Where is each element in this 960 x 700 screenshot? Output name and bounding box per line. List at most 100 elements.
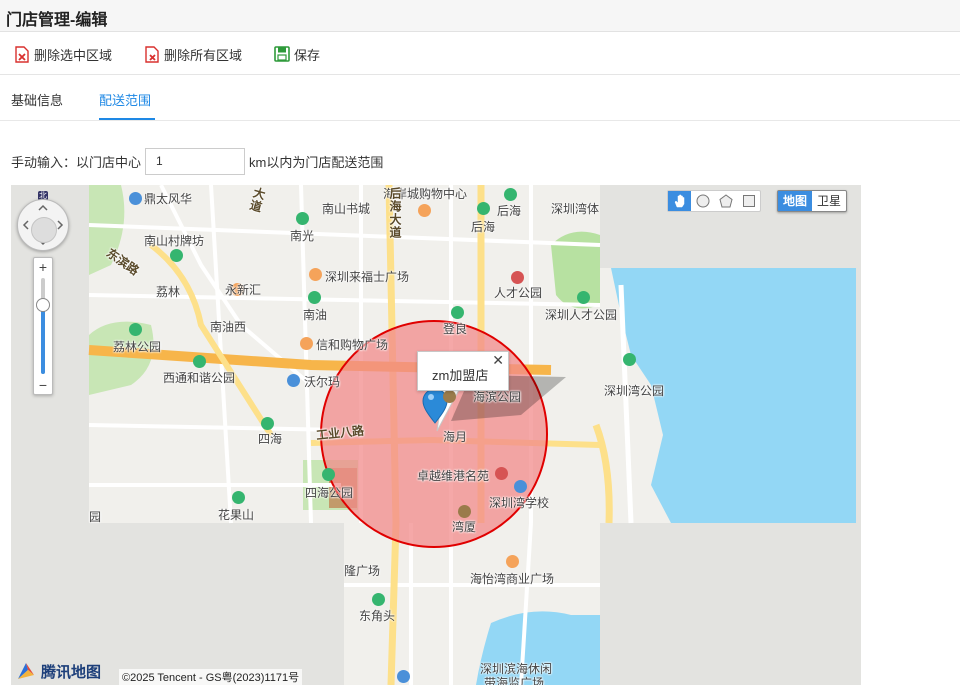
poi-icon	[397, 670, 410, 683]
map-label: 南光	[290, 229, 315, 243]
save-icon	[274, 46, 290, 62]
circle-icon	[696, 194, 709, 208]
metro-icon	[504, 188, 517, 201]
map-label: 南山村牌坊	[144, 234, 205, 248]
poi-icon	[170, 249, 183, 262]
map-label: 湾厦	[452, 520, 477, 534]
map-label: 后海大道	[388, 187, 402, 239]
map-label: 荔林公园	[113, 340, 162, 354]
park-icon	[129, 323, 142, 336]
poi-icon	[418, 204, 431, 217]
delivery-map[interactable]: 鼎太风华 南山书城 海岸城购物中心 后海 深圳湾体 南光 后海 南山村牌坊 东滨…	[11, 185, 861, 685]
delete-selected-label: 删除选中区域	[34, 47, 113, 63]
map-label: 深圳湾体	[551, 202, 600, 216]
map-label: 信和购物广场	[316, 338, 389, 352]
park-icon	[322, 468, 335, 481]
poi-icon	[495, 467, 508, 480]
map-tiles	[88, 185, 856, 685]
delete-all-areas-button[interactable]: 删除所有区域	[144, 44, 242, 64]
map-label: 海月	[443, 430, 468, 444]
map-label: 鼎太风华	[144, 192, 193, 206]
delete-selected-area-button[interactable]: 删除选中区域	[14, 44, 112, 64]
poi-icon	[443, 390, 456, 403]
map-label: 永新汇	[225, 283, 262, 297]
park-icon	[193, 355, 206, 368]
map-type-switch: 地图 卫星	[777, 190, 848, 212]
radius-km-input[interactable]	[145, 147, 246, 175]
poi-icon	[129, 192, 142, 205]
drawing-toolbar	[667, 190, 761, 212]
metro-icon	[308, 291, 321, 304]
hand-icon	[674, 194, 684, 208]
map-type-satellite-button[interactable]: 卫星	[812, 191, 846, 211]
map-label: 后海	[471, 220, 496, 234]
map-label: 后海	[497, 204, 522, 218]
map-label: 卓越维港名苑	[417, 469, 490, 483]
park-icon	[623, 353, 636, 366]
polygon-tool-button[interactable]	[714, 191, 737, 211]
circle-tool-button[interactable]	[691, 191, 714, 211]
hand-tool-button[interactable]	[668, 191, 691, 211]
poi-icon	[458, 505, 471, 518]
map-label: 园	[89, 510, 102, 524]
map-copyright: ©2025 Tencent - GS粤(2023)1171号	[119, 669, 303, 685]
poi-icon	[309, 268, 322, 281]
map-label: 隆广场	[344, 564, 381, 578]
active-tab-indicator	[99, 118, 155, 120]
store-info-window[interactable]: zm加盟店 ✕	[417, 351, 509, 391]
park-icon	[577, 291, 590, 304]
page-title: 门店管理-编辑	[6, 12, 108, 29]
map-label: 花果山	[218, 508, 255, 522]
map-label: 深圳来福士广场	[325, 270, 410, 284]
poi-icon	[511, 271, 524, 284]
close-icon[interactable]: ✕	[492, 352, 504, 369]
manual-radius-prefix: 手动输入：以门店中心	[11, 154, 142, 170]
zoom-out-button[interactable]: −	[34, 377, 52, 393]
school-icon	[514, 480, 527, 493]
pan-control[interactable]: 北	[17, 191, 69, 251]
delete-all-label: 删除所有区域	[164, 47, 243, 63]
map-label: 南油	[303, 308, 328, 322]
metro-icon	[372, 593, 385, 606]
tencent-map-logo-icon	[18, 663, 34, 679]
rectangle-tool-button[interactable]	[737, 191, 760, 211]
metro-icon	[261, 417, 274, 430]
save-button[interactable]: 保存	[274, 44, 320, 64]
map-label: 南油西	[210, 320, 247, 334]
tab-delivery-range[interactable]: 配送范围	[99, 90, 151, 109]
tencent-map-logo: 腾讯地图	[15, 661, 101, 681]
zoom-control[interactable]: + −	[33, 257, 53, 395]
map-label: 南山书城	[322, 202, 371, 216]
pan-disc[interactable]	[17, 199, 69, 251]
map-label: 深圳湾公园	[604, 384, 665, 398]
map-label: 沃尔玛	[304, 375, 341, 389]
zoom-slider-handle[interactable]	[36, 297, 50, 312]
store-name: zm加盟店	[432, 368, 489, 383]
metro-icon	[451, 306, 464, 319]
map-label: 东角头	[359, 609, 396, 623]
toolbar: 删除选中区域 删除所有区域 保存	[0, 32, 960, 75]
delete-file-icon	[145, 45, 159, 63]
manual-radius-row: 手动输入：以门店中心 km以内为门店配送范围	[11, 147, 383, 175]
map-label: 登良	[443, 322, 468, 336]
map-label: 带海监广场	[484, 676, 545, 685]
pan-center	[31, 217, 57, 243]
map-label: 人才公园	[494, 286, 543, 300]
map-label: 四海公园	[305, 486, 354, 500]
zoom-in-button[interactable]: +	[34, 259, 52, 275]
tab-basic-info[interactable]: 基础信息	[11, 90, 63, 109]
polygon-icon	[718, 194, 733, 208]
map-label: 海怡湾商业广场	[470, 572, 555, 586]
map-label: 深圳人才公园	[545, 308, 618, 322]
metro-icon	[477, 202, 490, 215]
save-label: 保存	[294, 47, 321, 63]
map-type-standard-button[interactable]: 地图	[778, 191, 813, 211]
metro-icon	[232, 491, 245, 504]
poi-icon	[506, 555, 519, 568]
map-label: 四海	[258, 432, 283, 446]
delete-file-icon	[15, 45, 29, 63]
rectangle-icon	[742, 195, 755, 207]
map-label: 荔林	[156, 285, 181, 299]
poi-icon	[296, 212, 309, 225]
manual-radius-suffix: km以内为门店配送范围	[249, 154, 384, 170]
